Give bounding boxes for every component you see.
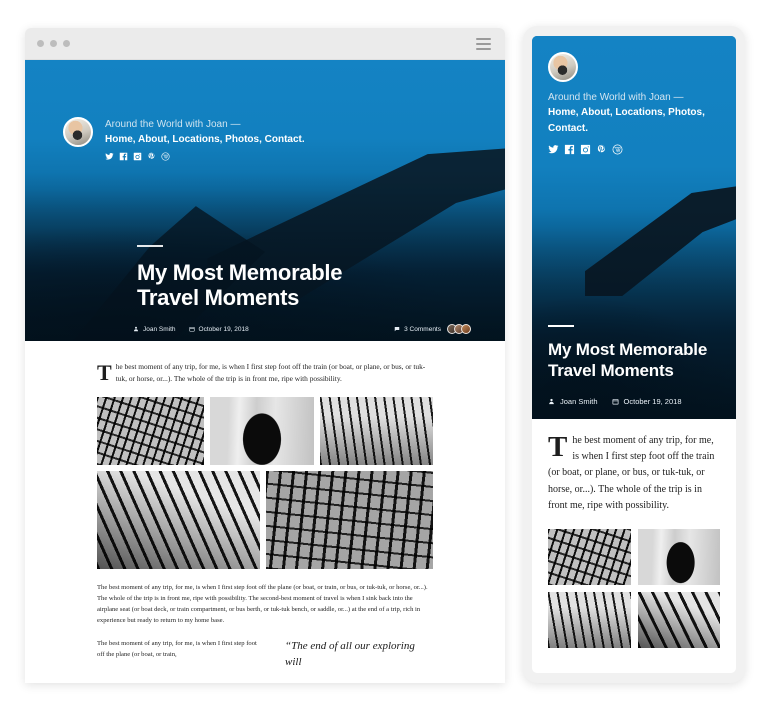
mobile-site-tagline: Around the World with Joan —	[548, 92, 684, 103]
mobile-social-links[interactable]	[548, 144, 722, 155]
mobile-photo-gallery	[548, 528, 720, 648]
gallery-row-bottom	[97, 470, 433, 569]
mobile-title-divider-rule	[548, 325, 574, 328]
two-column-section: The best moment of any trip, for me, is …	[97, 639, 433, 671]
site-tagline: Around the World with Joan —	[105, 119, 241, 130]
gallery-image-station-roof-girders[interactable]	[97, 396, 204, 465]
post-date-text: October 19, 2018	[198, 325, 249, 333]
mobile-lead-paragraph: The best moment of any trip, for me, is …	[548, 431, 715, 511]
commenter-avatar[interactable]	[461, 324, 471, 334]
title-divider-rule	[137, 244, 163, 247]
photo-gallery	[97, 396, 433, 569]
avatar[interactable]	[63, 117, 93, 147]
mobile-gallery-image-traveler-with-backpack-motion-blur[interactable]	[637, 528, 720, 585]
gallery-image-glass-roof-diagonal[interactable]	[97, 470, 260, 569]
user-icon	[549, 398, 554, 405]
close-dot[interactable]	[37, 40, 44, 47]
body-paragraph-3: The best moment of any trip, for me, is …	[97, 639, 257, 658]
instagram-icon[interactable]	[133, 152, 142, 161]
post-comments-count: 3 Comments	[404, 325, 441, 333]
post-comments[interactable]: 3 Comments	[394, 326, 441, 333]
gallery-image-traveler-with-backpack-motion-blur[interactable]	[210, 396, 314, 465]
hamburger-line-1	[476, 37, 491, 40]
mobile-post-author: Joan Smith	[548, 397, 598, 406]
lead-paragraph: The best moment of any trip, for me, is …	[97, 360, 426, 385]
pullquote-column: “The end of all our exploring will	[285, 639, 433, 671]
twitter-icon[interactable]	[548, 144, 559, 155]
mobile-post-title-line-1: My Most Memorable	[548, 340, 708, 360]
post-date: October 19, 2018	[188, 325, 249, 333]
gallery-row-top	[97, 396, 433, 465]
mobile-page-title: My Most Memorable Travel Moments	[548, 340, 722, 381]
comment-icon	[394, 327, 400, 332]
page-title: My Most Memorable Travel Moments	[137, 260, 471, 311]
mobile-post-title-line-2: Travel Moments	[548, 360, 674, 380]
mobile-article-body: The best moment of any trip, for me, is …	[532, 419, 736, 648]
post-author: Joan Smith	[133, 326, 176, 333]
post-author-name: Joan Smith	[143, 325, 176, 333]
wordpress-icon[interactable]	[612, 144, 623, 155]
mobile-post-author-name: Joan Smith	[560, 397, 598, 406]
post-title-block: My Most Memorable Travel Moments	[137, 244, 471, 311]
mobile-screen: Around the World with Joan — Home, About…	[532, 36, 736, 673]
gallery-image-grand-hall-arched-windows[interactable]	[266, 470, 433, 569]
mobile-post-date: October 19, 2018	[612, 397, 682, 406]
desktop-browser-window: Around the World with Joan — Home, About…	[25, 28, 505, 683]
mobile-post-title-block: My Most Memorable Travel Moments	[548, 325, 722, 381]
post-title-line-1: My Most Memorable	[137, 259, 343, 285]
user-icon	[134, 326, 138, 332]
facebook-icon[interactable]	[119, 152, 128, 161]
mobile-site-header: Around the World with Joan — Home, About…	[548, 52, 722, 155]
wordpress-icon[interactable]	[161, 152, 170, 161]
avatar[interactable]	[548, 52, 578, 82]
twitter-icon[interactable]	[105, 152, 114, 161]
mobile-hero-banner: Around the World with Joan — Home, About…	[532, 36, 736, 419]
mobile-post-date-text: October 19, 2018	[623, 397, 682, 406]
hero-banner: Around the World with Joan — Home, About…	[25, 60, 505, 341]
browser-toolbar	[25, 28, 505, 60]
body-paragraph-2: The best moment of any trip, for me, is …	[97, 583, 428, 624]
instagram-icon[interactable]	[580, 144, 591, 155]
pullquote: “The end of all our exploring will	[285, 639, 415, 668]
post-meta: Joan Smith October 19, 2018 3 Comments	[133, 324, 471, 334]
maximize-dot[interactable]	[63, 40, 70, 47]
hamburger-line-2	[476, 42, 491, 45]
mobile-site-nav[interactable]: Home, About, Locations, Photos, Contact.	[548, 105, 722, 136]
mobile-gallery-image-station-roof-girders[interactable]	[548, 528, 631, 585]
mobile-gallery-image-glass-roof-diagonal[interactable]	[637, 591, 720, 648]
minimize-dot[interactable]	[50, 40, 57, 47]
hamburger-icon[interactable]	[476, 37, 491, 50]
calendar-icon	[612, 399, 619, 405]
article-body: The best moment of any trip, for me, is …	[25, 341, 505, 683]
social-links[interactable]	[105, 152, 305, 161]
window-controls[interactable]	[37, 40, 70, 47]
calendar-icon	[188, 326, 195, 332]
site-identity: Around the World with Joan — Home, About…	[105, 117, 305, 161]
mobile-post-meta: Joan Smith October 19, 2018	[548, 397, 722, 406]
screenshot-stage: Around the World with Joan — Home, About…	[0, 0, 768, 707]
gallery-image-platform-canopy-long-view[interactable]	[320, 396, 433, 465]
pinterest-icon[interactable]	[596, 144, 607, 155]
hamburger-line-3	[476, 47, 491, 50]
post-title-line-2: Travel Moments	[137, 285, 300, 311]
post-meta-right: 3 Comments	[394, 324, 471, 334]
post-meta-left: Joan Smith October 19, 2018	[133, 326, 249, 333]
mobile-gallery-image-platform-canopy-long-view[interactable]	[548, 591, 631, 648]
site-nav[interactable]: Home, About, Locations, Photos, Contact.	[105, 133, 305, 148]
commenter-avatars[interactable]	[447, 324, 471, 334]
pinterest-icon[interactable]	[147, 152, 156, 161]
mobile-device-frame: Around the World with Joan — Home, About…	[523, 26, 745, 683]
facebook-icon[interactable]	[564, 144, 575, 155]
site-header: Around the World with Joan — Home, About…	[63, 117, 475, 161]
